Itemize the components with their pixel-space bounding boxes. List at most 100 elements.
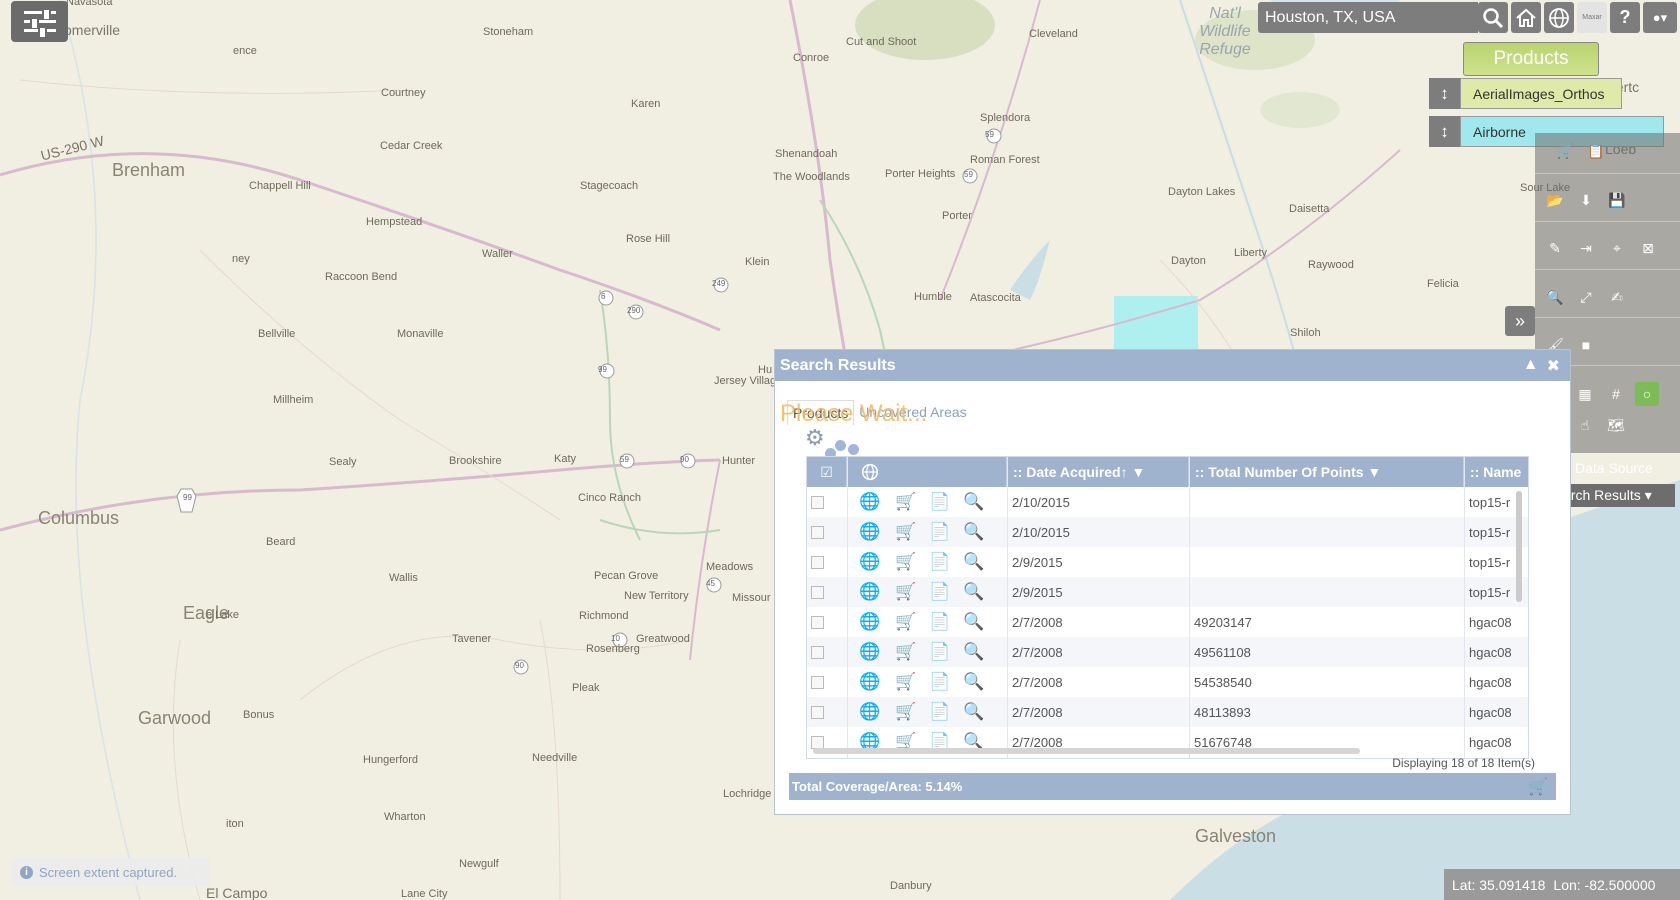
document-icon[interactable]: 📄 <box>929 607 950 637</box>
close-icon[interactable]: ✖ <box>1547 356 1560 376</box>
search-icon[interactable] <box>1478 2 1508 33</box>
document-icon[interactable]: 📄 <box>929 517 950 547</box>
document-icon[interactable]: 📄 <box>929 487 950 517</box>
crosshair-icon[interactable]: ⌖ <box>1605 236 1629 260</box>
collapse-toolbar-button[interactable]: » <box>1505 306 1535 336</box>
column-total-points[interactable]: :: Total Number Of Points ▼ <box>1189 457 1464 487</box>
folder-open-icon[interactable]: 📂 <box>1543 188 1567 212</box>
circle-icon[interactable]: ○ <box>1635 382 1659 406</box>
info-icon: i <box>20 865 33 879</box>
globe-icon[interactable]: 🌐 <box>859 667 880 697</box>
row-checkbox[interactable] <box>811 585 824 599</box>
table-row[interactable]: 🌐 🛒 📄 🔍 2/10/2015 top15-r <box>807 487 1528 517</box>
layer-aerialimages-orthos[interactable]: ↕ AerialImages_Orthos <box>1429 78 1622 109</box>
globe-icon[interactable]: 🌐 <box>859 577 880 607</box>
vertical-scrollbar[interactable] <box>1516 491 1522 602</box>
document-icon[interactable]: 📄 <box>929 637 950 667</box>
zoom-icon[interactable]: 🔍 <box>963 697 984 727</box>
row-checkbox[interactable] <box>811 555 824 569</box>
map-place-label: Dayton Lakes <box>1168 186 1236 198</box>
search-results-dropdown[interactable]: arch Results ▾ <box>1558 484 1675 507</box>
globe-icon[interactable]: 🌐 <box>859 517 880 547</box>
globe-icon[interactable]: 🌐 <box>859 697 880 727</box>
filter-icon[interactable]: ▼ <box>1364 464 1381 480</box>
download-icon[interactable]: ⬇ <box>1574 188 1598 212</box>
main-menu-button[interactable] <box>11 1 68 42</box>
hash-icon[interactable]: # <box>1604 382 1628 406</box>
globe-icon[interactable]: 🌐 <box>859 637 880 667</box>
zoom-icon[interactable]: 🔍 <box>963 517 984 547</box>
globe-icon[interactable]: 🌐 <box>859 487 880 517</box>
hand-pointer-icon[interactable]: ☝ <box>1573 413 1597 437</box>
column-date-acquired[interactable]: :: Date Acquired ↑ ▼ <box>1007 457 1189 487</box>
resize-icon[interactable]: ⤢ <box>1574 285 1598 309</box>
table-row[interactable]: 🌐 🛒 📄 🔍 2/7/2008 49561108 hgac08 <box>807 637 1528 667</box>
map-icon[interactable]: 🗺 <box>1604 413 1628 437</box>
horizontal-scrollbar[interactable] <box>813 748 1360 754</box>
zoom-icon[interactable]: 🔍 <box>963 577 984 607</box>
user-icon[interactable]: ●▾ <box>1643 2 1677 33</box>
drag-handle-icon[interactable]: ↕ <box>1429 78 1460 109</box>
save-icon[interactable]: 💾 <box>1605 188 1629 212</box>
row-checkbox[interactable] <box>811 615 824 629</box>
globe-icon[interactable]: 🌐 <box>859 547 880 577</box>
gear-icon[interactable]: ⚙ <box>805 425 825 451</box>
row-checkbox[interactable] <box>811 525 824 539</box>
row-checkbox[interactable] <box>811 645 824 659</box>
document-icon[interactable]: 📄 <box>929 577 950 607</box>
collapse-panel-icon[interactable]: ▲ <box>1523 356 1539 376</box>
cart-icon[interactable]: 🛒 <box>895 547 916 577</box>
document-icon[interactable]: 📄 <box>929 547 950 577</box>
row-checkbox[interactable] <box>811 735 824 749</box>
grid-icon[interactable]: ▦ <box>1573 382 1597 406</box>
maxar-icon[interactable]: Maxar <box>1577 2 1607 33</box>
data-source-label[interactable]: Data Source <box>1575 460 1653 476</box>
row-checkbox[interactable] <box>811 705 824 719</box>
cart-icon[interactable]: 🛒 <box>895 697 916 727</box>
table-row[interactable]: 🌐 🛒 📄 🔍 2/7/2008 48113893 hgac08 <box>807 697 1528 727</box>
document-icon[interactable]: 📄 <box>929 697 950 727</box>
location-search-input[interactable] <box>1258 7 1472 28</box>
products-button[interactable]: Products <box>1463 42 1599 76</box>
zoom-icon[interactable]: 🔍 <box>963 607 984 637</box>
table-row[interactable]: 🌐 🛒 📄 🔍 2/7/2008 54538540 hgac08 <box>807 667 1528 697</box>
name-cell: top15-r <box>1469 584 1511 600</box>
cart-icon[interactable]: 🛒 <box>895 487 916 517</box>
import-icon[interactable]: ⇥ <box>1574 236 1598 260</box>
globe-icon[interactable]: 🌐 <box>859 607 880 637</box>
zoom-icon[interactable]: 🔍 <box>963 637 984 667</box>
zoom-icon[interactable]: 🔍 <box>963 667 984 697</box>
zoom-icon[interactable]: 🔍 <box>963 547 984 577</box>
help-icon[interactable]: ? <box>1610 2 1640 33</box>
home-icon[interactable] <box>1511 2 1541 33</box>
cart-icon[interactable]: 🛒 <box>895 607 916 637</box>
panel-header[interactable]: Search Results ▲ ✖ <box>775 350 1570 381</box>
clear-icon[interactable]: ⊠ <box>1636 236 1660 260</box>
zoom-icon[interactable]: 🔍 <box>1543 285 1567 309</box>
table-row[interactable]: 🌐 🛒 📄 🔍 2/10/2015 top15-r <box>807 517 1528 547</box>
table-row[interactable]: 🌐 🛒 📄 🔍 2/9/2015 top15-r <box>807 547 1528 577</box>
select-all-checkbox[interactable]: ☑ <box>807 457 847 487</box>
globe-icon[interactable] <box>847 457 1007 487</box>
zoom-icon[interactable]: 🔍 <box>963 487 984 517</box>
document-icon[interactable]: 📄 <box>929 667 950 697</box>
pencil-icon[interactable]: ✎ <box>1543 236 1567 260</box>
cart-icon[interactable]: 🛒 <box>895 517 916 547</box>
date-acquired-cell: 2/9/2015 <box>1012 554 1063 570</box>
filter-icon[interactable]: ▼ <box>1128 464 1145 480</box>
globe-icon[interactable] <box>1544 2 1574 33</box>
edit-icon[interactable]: ✍ <box>1605 285 1629 309</box>
row-checkbox[interactable] <box>811 675 824 689</box>
cart-icon[interactable]: 🛒 <box>895 577 916 607</box>
cart-icon[interactable]: 🛒 <box>1553 139 1577 163</box>
cart-icon[interactable]: 🛒 <box>1528 777 1548 797</box>
table-row[interactable]: 🌐 🛒 📄 🔍 2/7/2008 49203147 hgac08 <box>807 607 1528 637</box>
clipboard-icon[interactable]: 📋 <box>1584 139 1608 163</box>
square-icon[interactable]: ■ <box>1574 333 1598 357</box>
row-checkbox[interactable] <box>811 495 824 509</box>
drag-handle-icon[interactable]: ↕ <box>1429 116 1460 147</box>
table-row[interactable]: 🌐 🛒 📄 🔍 2/9/2015 top15-r <box>807 577 1528 607</box>
cart-icon[interactable]: 🛒 <box>895 637 916 667</box>
column-name[interactable]: :: Name <box>1464 457 1528 487</box>
cart-icon[interactable]: 🛒 <box>895 667 916 697</box>
